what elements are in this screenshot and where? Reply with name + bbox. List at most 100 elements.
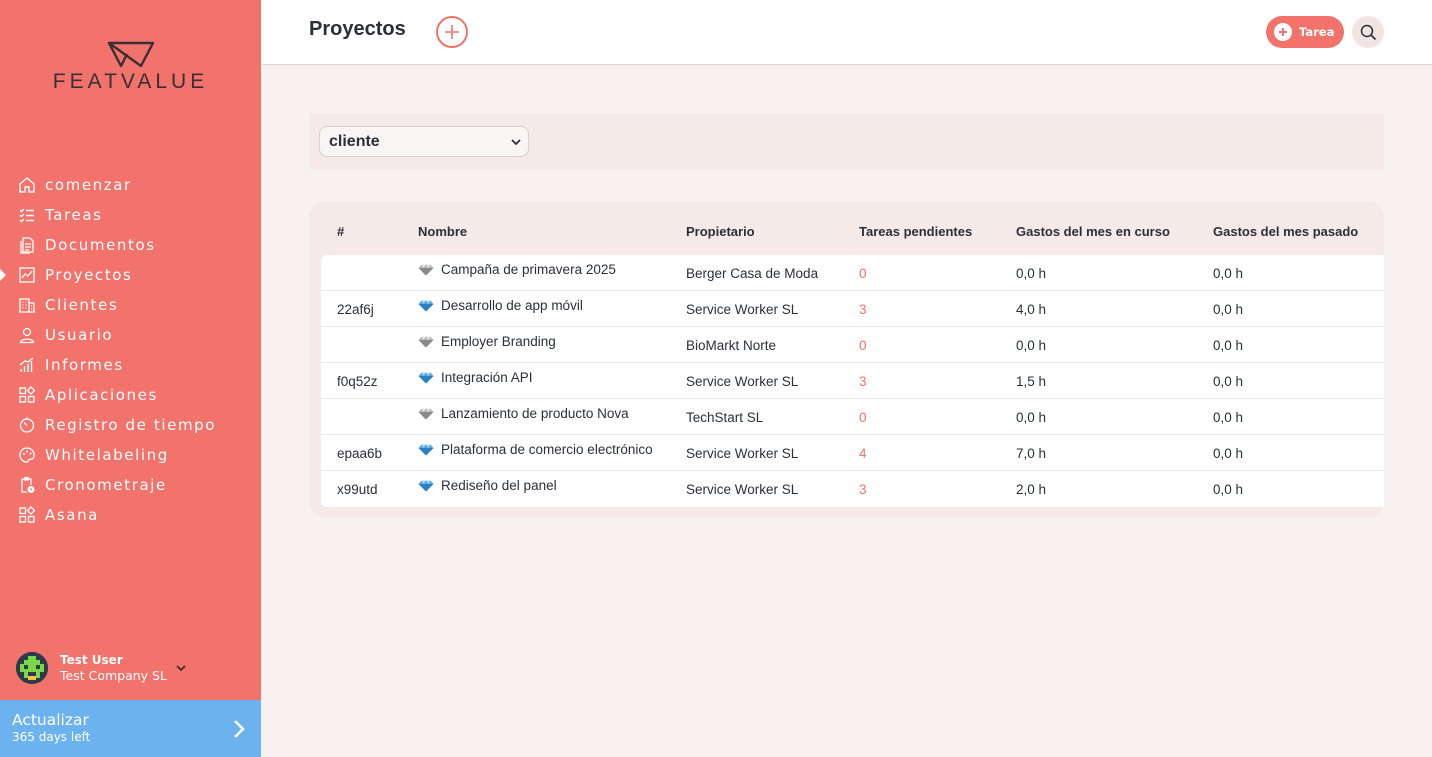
project-name-cell[interactable]: Integración API [418,363,533,399]
nav-item-comenzar[interactable]: comenzar [0,170,261,200]
nav-item-asana[interactable]: Asana [0,500,261,530]
last-month-hours: 0,0 h [1213,301,1244,317]
project-owner: Berger Casa de Moda [686,265,819,281]
logo-icon [107,41,154,68]
documents-icon [20,237,34,254]
project-owner: Service Worker SL [686,373,799,389]
upgrade-banner[interactable]: Actualizar 365 days left [0,700,261,757]
timer-icon [19,417,35,433]
pending-tasks: 0 [859,337,867,353]
nav-item-registro-de-tiempo[interactable]: Registro de tiempo [0,410,261,440]
project-owner: Service Worker SL [686,301,799,317]
search-icon [1360,24,1376,40]
table-row[interactable]: Campaña de primavera 2025 Berger Casa de … [321,255,1384,291]
home-icon [19,177,35,193]
chevron-right-icon [234,720,245,738]
clipboard-clock-icon [21,476,35,493]
pixel-avatar-icon [16,652,48,684]
add-task-button[interactable]: Tarea [1266,16,1344,48]
project-name: Rediseño del panel [441,478,557,493]
table-body: Campaña de primavera 2025 Berger Casa de … [321,255,1384,507]
last-month-hours: 0,0 h [1213,265,1244,281]
table-row[interactable]: Employer Branding BioMarkt Norte 0 0,0 h 0,0… [321,327,1384,363]
reports-icon [19,357,34,372]
project-owner: Service Worker SL [686,481,799,497]
apps-icon [19,386,36,403]
current-month-hours: 0,0 h [1016,337,1047,353]
nav-item-usuario[interactable]: Usuario [0,320,261,350]
project-name: Desarrollo de app móvil [441,298,583,313]
upgrade-title: Actualizar [12,711,89,729]
nav-item-label: Usuario [45,326,114,344]
nav-item-whitelabeling[interactable]: Whitelabeling [0,440,261,470]
table-row[interactable]: f0q52z Integración API Service Worker SL 3 1… [321,363,1384,399]
nav-item-cronometraje[interactable]: Cronometraje [0,470,261,500]
nav-item-tareas[interactable]: Tareas [0,200,261,230]
column-header-current-month[interactable]: Gastos del mes en curso [1016,224,1170,239]
column-header-last-month[interactable]: Gastos del mes pasado [1213,224,1358,239]
current-month-hours: 1,5 h [1016,373,1047,389]
current-month-hours: 4,0 h [1016,301,1047,317]
nav-item-label: Aplicaciones [45,386,158,404]
nav-item-clientes[interactable]: Clientes [0,290,261,320]
silver-gem-icon [418,264,434,276]
project-id: x99utd [337,481,378,497]
project-owner: BioMarkt Norte [686,337,777,353]
nav-item-informes[interactable]: Informes [0,350,261,380]
task-list-icon [19,208,34,223]
chevron-down-icon [511,139,521,146]
search-button[interactable] [1352,16,1384,48]
project-id: epaa6b [337,445,383,461]
column-header-owner[interactable]: Propietario [686,224,755,239]
projects-icon [19,267,35,283]
project-name: Integración API [441,370,533,385]
project-name-cell[interactable]: Rediseño del panel [418,471,557,507]
nav-item-label: Cronometraje [45,476,167,494]
project-name-cell[interactable]: Employer Branding [418,327,556,363]
project-name-cell[interactable]: Plataforma de comercio electrónico [418,435,653,471]
user-menu[interactable]: Test User Test Company SL [16,652,187,684]
filter-bar: cliente [309,113,1384,169]
user-company: Test Company SL [60,668,167,683]
nav-item-aplicaciones[interactable]: Aplicaciones [0,380,261,410]
nav-item-documentos[interactable]: Documentos [0,230,261,260]
last-month-hours: 0,0 h [1213,445,1244,461]
column-header-name[interactable]: Nombre [418,224,467,239]
plus-icon [1274,23,1292,41]
project-name-cell[interactable]: Desarrollo de app móvil [418,291,583,327]
nav-item-label: comenzar [45,176,132,194]
column-header-id[interactable]: # [337,224,344,239]
table-row[interactable]: Lanzamiento de producto Nova TechStart SL… [321,399,1384,435]
project-name-cell[interactable]: Lanzamiento de producto Nova [418,399,629,435]
last-month-hours: 0,0 h [1213,481,1244,497]
table-row[interactable]: 22af6j Desarrollo de app móvil Service Wor… [321,291,1384,327]
table-row[interactable]: epaa6b Plataforma de comercio electrónico… [321,435,1384,471]
plus-icon [445,25,459,39]
blue-gem-icon [418,444,434,456]
project-name: Employer Branding [441,334,556,349]
project-name-cell[interactable]: Campaña de primavera 2025 [418,255,616,291]
nav-item-label: Informes [45,356,124,374]
pending-tasks: 3 [859,301,867,317]
nav-item-label: Clientes [45,296,119,314]
pending-tasks: 4 [859,445,867,461]
projects-table: # Nombre Propietario Tareas pendientes G… [309,201,1384,518]
pending-tasks: 3 [859,481,867,497]
blue-gem-icon [418,300,434,312]
main-nav: comenzar Tareas Documentos Proyectos Cli… [0,170,261,530]
current-month-hours: 0,0 h [1016,409,1047,425]
table-row[interactable]: x99utd Rediseño del panel Service Worker S… [321,471,1384,507]
last-month-hours: 0,0 h [1213,337,1244,353]
nav-item-label: Proyectos [45,266,133,284]
chevron-down-icon[interactable] [175,662,187,674]
add-project-button[interactable] [436,16,468,48]
nav-item-label: Tareas [45,206,103,224]
group-by-select[interactable]: cliente [319,126,529,157]
project-id: 22af6j [337,301,374,317]
brand-logo[interactable]: FEATVALUE [0,40,261,94]
nav-item-proyectos[interactable]: Proyectos [0,260,261,290]
current-month-hours: 0,0 h [1016,265,1047,281]
user-icon [19,327,35,344]
last-month-hours: 0,0 h [1213,373,1244,389]
column-header-pending-tasks[interactable]: Tareas pendientes [859,224,972,239]
